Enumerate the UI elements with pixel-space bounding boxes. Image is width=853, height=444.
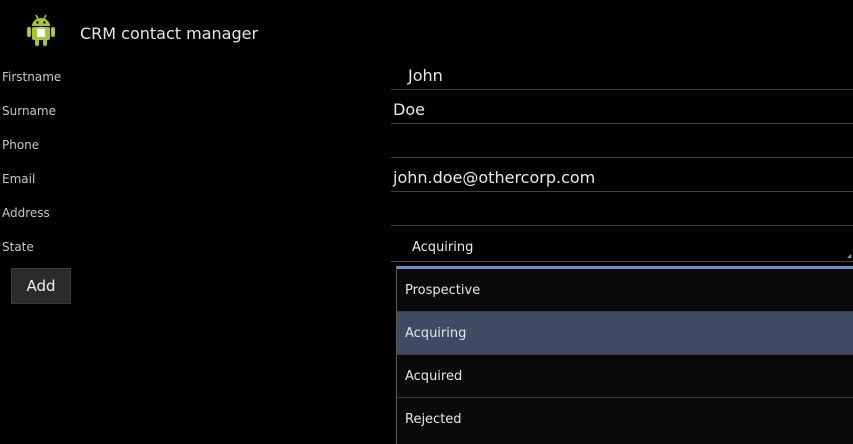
- android-icon: [27, 14, 55, 46]
- address-label: Address: [2, 206, 50, 220]
- option-label: Acquiring: [405, 326, 467, 341]
- add-button[interactable]: Add: [11, 268, 71, 304]
- surname-label: Surname: [2, 104, 56, 118]
- title-bar: CRM contact manager: [0, 0, 853, 58]
- option-label: Rejected: [405, 412, 462, 427]
- option-label: Acquired: [405, 369, 463, 384]
- option-acquiring[interactable]: Acquiring: [397, 312, 853, 354]
- state-dropdown: Prospective Acquiring Acquired Rejected: [396, 266, 853, 444]
- email-label: Email: [2, 172, 36, 186]
- phone-field[interactable]: [391, 130, 853, 158]
- app-title: CRM contact manager: [80, 24, 259, 43]
- firstname-label: Firstname: [2, 70, 62, 84]
- surname-value: Doe: [393, 100, 425, 119]
- spinner-arrow-icon: [847, 254, 851, 258]
- surname-field[interactable]: Doe: [391, 96, 853, 124]
- address-field[interactable]: [391, 198, 853, 226]
- option-prospective[interactable]: Prospective: [397, 269, 853, 311]
- email-field[interactable]: john.doe@othercorp.com: [391, 164, 853, 192]
- state-label: State: [2, 240, 34, 254]
- option-rejected[interactable]: Rejected: [397, 398, 853, 440]
- firstname-value: John: [408, 66, 443, 85]
- firstname-field[interactable]: John: [391, 62, 853, 90]
- state-value: Acquiring: [412, 240, 474, 255]
- option-label: Prospective: [405, 283, 481, 298]
- option-acquired[interactable]: Acquired: [397, 355, 853, 397]
- phone-label: Phone: [2, 138, 40, 152]
- email-value: john.doe@othercorp.com: [393, 168, 596, 187]
- state-spinner[interactable]: Acquiring: [391, 232, 853, 262]
